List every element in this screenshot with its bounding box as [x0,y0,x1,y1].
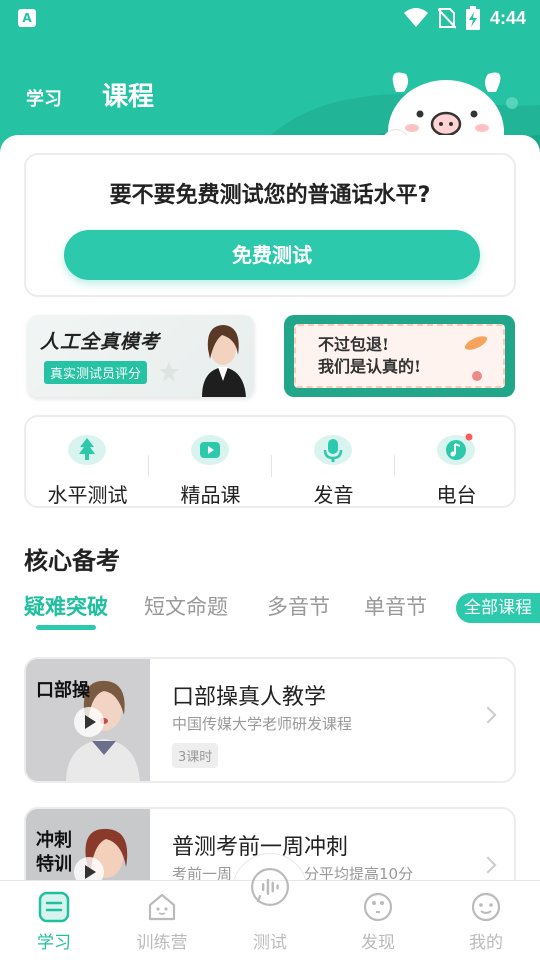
voice-test-icon [251,868,289,906]
chevron-right-icon [479,706,497,724]
course-lesson-count: 3课时 [172,743,219,768]
nav-label-discover: 发现 [361,933,395,953]
nav-test[interactable]: 测试 [216,868,324,960]
menu-label-radio: 电台 [436,483,477,507]
category-tabs: 疑难突破 短文命题 多音节 单音节 全部课程 [24,591,540,631]
tab-short-passage[interactable]: 短文命题 [144,591,228,621]
status-bar: A 4:44 [0,0,540,36]
top-nav-tabs: 学习 课程 [26,76,154,113]
course-subtitle-end: 分平均提高10分 [304,865,414,880]
refund-line-1: 不过包退! [318,335,390,354]
main-content: 要不要免费测试您的普通话水平? 免费测试 人工全真模考 真实测试员评分 不过包退… [0,135,540,880]
tab-multi-syllable[interactable]: 多音节 [267,591,330,621]
free-test-title: 要不要免费测试您的普通话水平? [109,183,431,208]
discover-icon [363,892,393,922]
play-icon[interactable] [74,707,104,737]
camp-icon [148,893,176,921]
profile-icon [471,892,501,922]
course-thumbnail: 冲刺 特训 [26,809,150,880]
refund-guarantee-banner[interactable]: 不过包退! 我们是认真的! [284,315,515,397]
app-notification-icon: A [18,9,36,27]
menu-pronunciation[interactable]: 发音 [272,427,395,507]
nav-discover[interactable]: 发现 [324,881,432,960]
menu-level-test[interactable]: 水平测试 [26,427,149,507]
mock-exam-badge: 真实测试员评分 [44,361,148,384]
tab-courses[interactable]: 课程 [102,76,154,113]
refund-note: 不过包退! 我们是认真的! [294,324,505,388]
thumbnail-caption-line-2: 特训 [36,854,72,875]
play-icon[interactable] [74,857,104,880]
course-card[interactable]: 口部操 口部操真人教学 中国传媒大学老师研发课程 3课时 [24,657,516,783]
status-time: 4:44 [489,7,526,28]
menu-label-premium-course: 精品课 [180,483,241,507]
no-sim-icon [437,8,456,29]
active-tab-indicator [36,625,96,630]
bottom-nav: 学习 训练营 测试 发现 我的 [0,868,540,960]
music-icon [437,433,475,465]
course-title: 口部操真人教学 [172,685,327,710]
nav-study[interactable]: 学习 [0,881,108,960]
refund-text: 不过包退! 我们是认真的! [318,334,421,378]
wifi-icon [403,8,428,27]
feature-menu: 水平测试 精品课 发音 电台 [24,415,516,508]
mock-exam-title: 人工全真模考 [40,331,161,353]
nav-label-profile: 我的 [469,933,503,953]
menu-label-level-test: 水平测试 [47,483,128,507]
tab-difficult-breakthrough[interactable]: 疑难突破 [24,591,108,621]
menu-label-pronunciation: 发音 [313,483,354,507]
tab-single-syllable[interactable]: 单音节 [364,591,428,621]
tab-study[interactable]: 学习 [26,85,62,111]
thumbnail-caption: 冲刺 特训 [36,829,72,877]
fruit-decoration [472,371,482,381]
menu-radio[interactable]: 电台 [395,427,518,507]
teacher-portrait [202,325,246,397]
course-subtitle: 中国传媒大学老师研发课程 [172,715,353,733]
star-decoration [159,362,179,382]
section-title: 核心备考 [24,547,120,575]
thumbnail-caption-line-1: 冲刺 [36,830,72,851]
nav-label-study: 学习 [37,933,71,953]
chevron-right-icon [479,856,497,874]
study-icon [38,891,70,923]
nav-label-test: 测试 [253,933,287,953]
nav-label-camp: 训练营 [136,933,188,953]
nav-camp[interactable]: 训练营 [108,881,216,960]
mock-exam-banner[interactable]: 人工全真模考 真实测试员评分 [28,315,254,397]
free-test-card: 要不要免费测试您的普通话水平? 免费测试 [24,153,516,297]
tree-icon [68,435,106,465]
refund-line-2: 我们是认真的! [318,357,422,376]
microphone-icon [314,435,352,465]
free-test-button[interactable]: 免费测试 [64,230,480,280]
battery-charging-icon [465,6,480,30]
video-icon [191,435,229,465]
menu-premium-course[interactable]: 精品课 [149,427,272,507]
course-thumbnail: 口部操 [26,659,150,781]
all-courses-button[interactable]: 全部课程 [456,593,540,623]
nav-profile[interactable]: 我的 [432,881,540,960]
thumbnail-caption: 口部操 [36,680,90,701]
feather-decoration [464,336,488,350]
course-subtitle-start: 考前一周 [172,865,233,880]
